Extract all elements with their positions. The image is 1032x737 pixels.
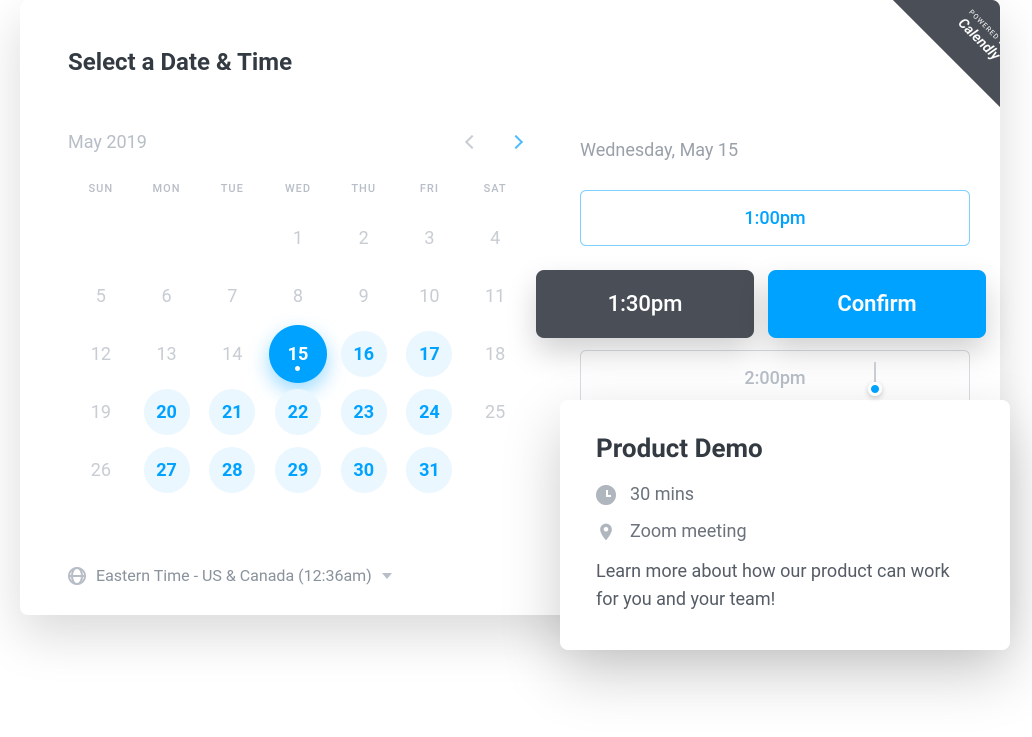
caret-down-icon [382, 573, 392, 579]
time-slot-label: 2:00pm [744, 368, 805, 389]
ribbon-small: POWERED BY [968, 8, 1000, 51]
event-details-popover: Product Demo 30 mins Zoom meeting Learn … [560, 400, 1010, 650]
popover-marker-dot [868, 382, 882, 396]
timezone-label: Eastern Time - US & Canada (12:36am) [96, 566, 372, 585]
dow-thu: THU [331, 172, 397, 209]
calendar-day: 26 [68, 441, 134, 499]
event-title: Product Demo [596, 434, 974, 464]
dow-sun: SUN [68, 172, 134, 209]
calendar-day-available[interactable]: 21 [199, 383, 265, 441]
calendar-day-available[interactable]: 20 [134, 383, 200, 441]
calendar: May 2019 SUN MON TUE WED THU FRI SAT 123… [68, 130, 528, 499]
calendar-day: 13 [134, 325, 200, 383]
dow-sat: SAT [462, 172, 528, 209]
dow-fri: FRI [397, 172, 463, 209]
calendar-day-available[interactable]: 16 [331, 325, 397, 383]
calendar-day-available[interactable]: 17 [397, 325, 463, 383]
globe-icon [68, 567, 86, 585]
calendar-day-selected[interactable]: 15 [265, 325, 331, 383]
calendar-day-available[interactable]: 29 [265, 441, 331, 499]
timezone-selector[interactable]: Eastern Time - US & Canada (12:36am) [68, 566, 392, 585]
calendar-day-available[interactable]: 23 [331, 383, 397, 441]
calendar-day: 8 [265, 267, 331, 325]
selected-date-label: Wednesday, May 15 [580, 140, 738, 161]
dow-mon: MON [134, 172, 200, 209]
dow-tue: TUE [199, 172, 265, 209]
prev-month-button[interactable] [460, 130, 484, 154]
calendar-day-available[interactable]: 31 [397, 441, 463, 499]
calendar-day-available[interactable]: 22 [265, 383, 331, 441]
calendar-day [462, 441, 528, 499]
dow-wed: WED [265, 172, 331, 209]
selected-time-label: 1:30pm [608, 292, 683, 317]
calendar-day: 19 [68, 383, 134, 441]
next-month-button[interactable] [504, 130, 528, 154]
selected-time-chip[interactable]: 1:30pm [536, 270, 754, 338]
calendar-day: 3 [397, 209, 463, 267]
ribbon-brand: Calendly [955, 15, 1000, 63]
clock-icon [596, 485, 616, 505]
time-slot[interactable]: 2:00pm [580, 350, 970, 406]
page-title: Select a Date & Time [68, 48, 292, 76]
calendar-day: 2 [331, 209, 397, 267]
event-duration: 30 mins [630, 484, 694, 505]
calendar-day [68, 209, 134, 267]
calendar-day: 18 [462, 325, 528, 383]
calendar-day: 6 [134, 267, 200, 325]
chevron-right-icon [509, 135, 523, 149]
calendar-body: 1234567891011121314151617181920212223242… [68, 209, 528, 499]
calendar-month-label: May 2019 [68, 132, 147, 153]
calendar-day [134, 209, 200, 267]
powered-by-ribbon: POWERED BY Calendly [843, 0, 1000, 157]
calendar-day-available[interactable]: 28 [199, 441, 265, 499]
calendar-day-available[interactable]: 27 [134, 441, 200, 499]
calendar-day: 5 [68, 267, 134, 325]
calendar-day [199, 209, 265, 267]
calendar-day: 12 [68, 325, 134, 383]
event-location: Zoom meeting [630, 521, 747, 542]
confirm-label: Confirm [837, 292, 916, 317]
confirm-button[interactable]: Confirm [768, 270, 986, 338]
calendar-day: 10 [397, 267, 463, 325]
weekday-header: SUN MON TUE WED THU FRI SAT [68, 172, 528, 209]
calendar-day: 4 [462, 209, 528, 267]
time-slot-label: 1:00pm [744, 208, 805, 229]
calendar-day: 14 [199, 325, 265, 383]
calendar-day: 7 [199, 267, 265, 325]
calendar-day: 9 [331, 267, 397, 325]
calendar-day: 1 [265, 209, 331, 267]
selected-time-row: 1:30pm Confirm [536, 270, 986, 338]
chevron-left-icon [465, 135, 479, 149]
location-pin-icon [596, 522, 616, 542]
event-description: Learn more about how our product can wor… [596, 558, 974, 614]
calendar-day-available[interactable]: 30 [331, 441, 397, 499]
time-slot[interactable]: 1:00pm [580, 190, 970, 246]
calendar-day: 11 [462, 267, 528, 325]
calendar-day-available[interactable]: 24 [397, 383, 463, 441]
calendar-day: 25 [462, 383, 528, 441]
